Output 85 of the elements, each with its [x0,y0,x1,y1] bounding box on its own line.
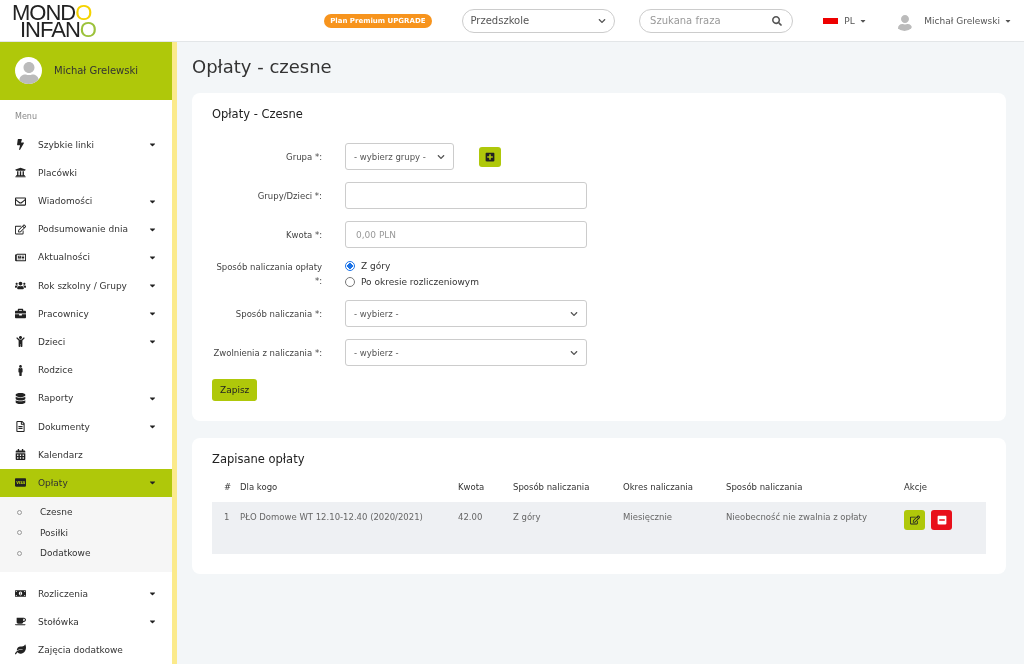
plus-icon [485,151,495,162]
input-field[interactable] [345,182,587,209]
chevron-icon [437,152,445,161]
column-header: # [223,482,233,494]
sidebar-item[interactable]: Podsumowanie dnia [0,215,172,244]
flag-icon [822,17,839,24]
field-label: Sposób naliczania opłaty *: [215,261,322,288]
table-cell: 1 [212,502,240,554]
sidebar-item[interactable]: Rok szkolny / Grupy [0,271,172,300]
user-dropdown[interactable]: Michał Grelewski [924,15,1012,26]
person-icon [15,364,26,376]
field-label: Grupa *: [285,150,322,164]
select-field[interactable]: - wybierz grupy - [345,143,454,170]
radio-label: Z góry [361,261,391,271]
document-icon [15,421,26,433]
newspaper-icon [15,251,26,263]
field-label: Grupy/Dzieci *: [256,189,322,203]
cup-icon [15,616,26,628]
sidebar-item[interactable]: Kalendarz [0,440,172,469]
briefcase-icon [15,308,26,320]
sidebar-item[interactable]: Placówki [0,158,172,187]
delete-button[interactable] [931,510,952,530]
bolt-icon [15,139,26,151]
submenu-item[interactable]: Czesne [0,502,172,523]
sidebar-item[interactable]: Aktualności [0,243,172,272]
database-icon [15,392,26,404]
card-icon [15,477,26,489]
radio-label: Po okresie rozliczeniowym [361,277,479,287]
edit-button[interactable] [904,510,925,530]
radio-button[interactable] [345,261,355,271]
field-label: Sposób naliczania *: [234,307,322,321]
select-field[interactable]: - wybierz - [345,339,587,366]
column-header: Okres naliczania [623,482,694,494]
facility-select[interactable]: Przedszkole [461,8,616,33]
submenu-item[interactable]: Dodatkowe [0,543,172,564]
minus-icon [936,515,947,525]
chevron-icon [570,348,578,357]
table-cell: 42.00 [458,502,513,554]
sidebar-item[interactable]: Opłaty [0,468,172,497]
table-cell: Miesięcznie [623,502,726,554]
calendar-icon [15,449,26,461]
table-cell: PŁO Domowe WT 12.10-12.40 (2020/2021) [240,502,458,554]
avatar-icon [15,57,42,85]
radio-button[interactable] [345,277,355,287]
sidebar-item[interactable]: Wiadomości [0,186,172,216]
child-icon [15,336,26,348]
sidebar-item[interactable]: Rozliczenia [0,579,172,608]
table-cell: Nieobecność nie zwalnia z opłaty [726,502,904,554]
logo: MONDO INFANO [12,3,97,38]
column-header: Sposób naliczania [726,482,804,494]
users-icon [15,280,26,292]
column-header: Kwota [458,482,486,494]
column-header: Akcje [904,482,928,494]
select-field[interactable]: - wybierz - [345,300,587,327]
menu-label: Menu [14,110,38,123]
table-cell: Z góry [513,502,623,554]
sidebar-item[interactable]: Rodzice [0,356,172,385]
sidebar-item[interactable]: Dokumenty [0,412,172,441]
language-dropdown[interactable]: PL [844,15,867,26]
field-label: Zwolnienia z naliczania *: [212,346,322,360]
column-header: Sposób naliczania [513,482,591,494]
sidebar-item[interactable]: Szybkie linki [0,130,172,159]
leaf-icon [15,644,26,656]
submenu-item[interactable]: Posiłki [0,522,172,543]
user-name: Michał Grelewski [54,65,139,77]
edit-icon [15,223,26,235]
chevron-icon [570,309,578,318]
field-label: Kwota *: [284,228,322,242]
envelope-icon [15,195,26,207]
sidebar-item[interactable]: Raporty [0,384,172,413]
search-icon [771,15,782,26]
sidebar-item[interactable]: Pracownicy [0,299,172,328]
sidebar-item[interactable]: Dzieci [0,327,172,357]
save-button[interactable]: Zapisz [212,379,258,401]
column-header: Dla kogo [240,482,279,494]
sidebar-item[interactable]: Stołówka [0,607,172,636]
chevron-icon [598,16,607,25]
bank-icon [15,167,26,179]
sidebar-item[interactable]: Zajęcia dodatkowe [0,635,172,664]
banknote-icon [15,588,26,600]
card-title: Zapisane opłaty [212,452,306,466]
add-button[interactable] [479,146,501,167]
edit-icon [909,515,920,525]
page-title: Opłaty - czesne [192,56,333,77]
card-title: Opłaty - Czesne [212,107,304,121]
